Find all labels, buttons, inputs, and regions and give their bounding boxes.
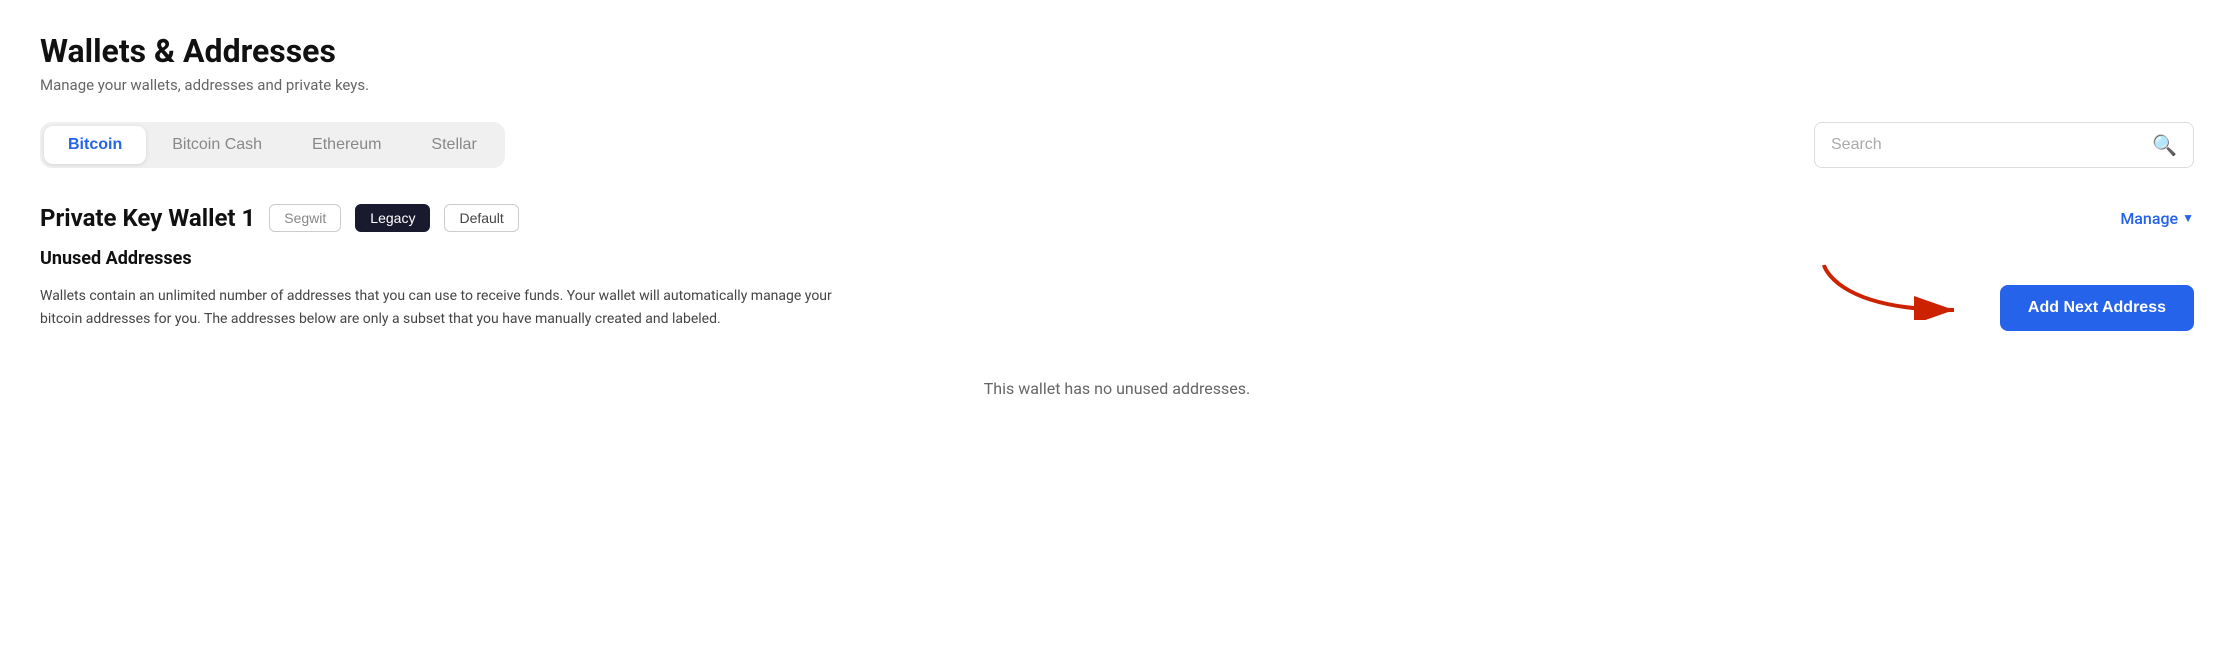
section-description: Wallets contain an unlimited number of a… — [40, 285, 860, 330]
chevron-down-icon: ▼ — [2182, 211, 2194, 225]
unused-addresses-section: Unused Addresses Wallets contain an unli… — [40, 248, 2194, 331]
manage-link[interactable]: Manage ▼ — [2120, 209, 2194, 228]
search-container: 🔍 — [1814, 122, 2194, 168]
wallet-name: Private Key Wallet 1 — [40, 204, 255, 232]
top-bar: Bitcoin Bitcoin Cash Ethereum Stellar 🔍 — [40, 122, 2194, 168]
legacy-badge[interactable]: Legacy — [355, 204, 430, 232]
page-header: Wallets & Addresses Manage your wallets,… — [40, 32, 2194, 94]
page-subtitle: Manage your wallets, addresses and priva… — [40, 76, 2194, 94]
search-icon[interactable]: 🔍 — [2152, 133, 2177, 157]
empty-state: This wallet has no unused addresses. — [40, 379, 2194, 398]
default-badge[interactable]: Default — [444, 204, 518, 232]
tab-stellar[interactable]: Stellar — [407, 126, 500, 164]
page-title: Wallets & Addresses — [40, 32, 2194, 70]
bottom-area: Wallets contain an unlimited number of a… — [40, 285, 2194, 331]
wallet-section: Private Key Wallet 1 Segwit Legacy Defau… — [40, 204, 2194, 331]
wallet-title-area: Private Key Wallet 1 Segwit Legacy Defau… — [40, 204, 519, 232]
add-button-area: Add Next Address — [2000, 285, 2194, 331]
segwit-badge[interactable]: Segwit — [269, 204, 341, 232]
tab-ethereum[interactable]: Ethereum — [288, 126, 405, 164]
tabs-container: Bitcoin Bitcoin Cash Ethereum Stellar — [40, 122, 505, 168]
wallet-header: Private Key Wallet 1 Segwit Legacy Defau… — [40, 204, 2194, 232]
search-input[interactable] — [1831, 136, 2142, 154]
tab-bitcoin-cash[interactable]: Bitcoin Cash — [148, 126, 286, 164]
add-next-address-button[interactable]: Add Next Address — [2000, 285, 2194, 331]
red-arrow-icon — [1814, 255, 1974, 320]
tab-bitcoin[interactable]: Bitcoin — [44, 126, 146, 164]
